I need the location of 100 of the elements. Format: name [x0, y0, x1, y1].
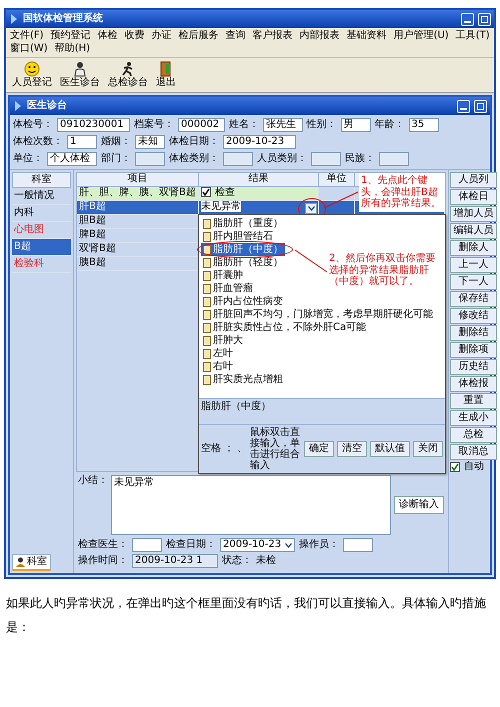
side-button[interactable]: 下一人 — [450, 274, 497, 290]
side-button[interactable]: 删除结 — [450, 325, 497, 341]
text-field[interactable]: 000002 — [178, 118, 225, 132]
text-field[interactable] — [343, 538, 374, 552]
dialog-button[interactable]: 关闭 — [413, 441, 443, 457]
field-label: 体检类别： — [169, 153, 219, 165]
menu-item[interactable]: 预约登记 — [50, 30, 91, 42]
list-item[interactable]: 右叶 — [201, 360, 235, 373]
menu-item[interactable]: 基础资料 — [346, 30, 387, 42]
text-field[interactable]: 个人体检 — [47, 152, 97, 166]
text-field[interactable]: 张先生 — [263, 118, 302, 132]
side-button[interactable]: 编辑人员 — [450, 223, 497, 239]
dialog-button[interactable]: 确定 — [304, 441, 334, 457]
toolbar-button[interactable]: 人员登记 — [10, 60, 54, 90]
dialog-button[interactable]: 清空 — [337, 441, 367, 457]
summary-field[interactable]: 未见异常 — [111, 475, 391, 535]
text-field[interactable]: 男 — [340, 118, 370, 132]
side-button[interactable]: 总检 — [450, 427, 497, 443]
list-item[interactable]: 肝脏回声不均匀，门脉增宽，考虑早期肝硬化可能 — [201, 308, 435, 321]
side-button[interactable]: 修改结 — [450, 308, 497, 324]
list-item[interactable]: 左叶 — [201, 347, 235, 360]
department-item[interactable]: 内科 — [12, 205, 71, 222]
side-button[interactable]: 上一人 — [450, 257, 497, 273]
minimize-button[interactable] — [461, 12, 474, 26]
side-button[interactable]: 删除人 — [450, 240, 497, 256]
minimize-button[interactable] — [457, 100, 470, 112]
menu-item[interactable]: 帮助(H) — [54, 43, 90, 55]
maximize-button[interactable] — [478, 12, 491, 26]
field-label: 年龄： — [374, 119, 404, 131]
side-button[interactable]: 增加人员 — [450, 206, 497, 222]
menu-item[interactable]: 工具(T) — [456, 30, 490, 42]
checkbox[interactable] — [201, 187, 211, 198]
symbol-key[interactable]: 、 — [237, 443, 247, 455]
caret-icon — [308, 206, 314, 211]
side-button[interactable]: 历史结 — [450, 359, 497, 375]
diagnose-button[interactable]: 诊断输入 — [394, 496, 444, 514]
text-field[interactable] — [223, 152, 253, 166]
field-label: 检查医生： — [78, 539, 128, 551]
list-item[interactable]: 肝囊肿 — [201, 269, 245, 282]
menu-item[interactable]: 用户管理(U) — [394, 30, 449, 42]
side-button[interactable]: 体检日 — [450, 189, 497, 205]
field-label: 操作员： — [299, 539, 340, 551]
text-field[interactable] — [135, 152, 165, 166]
app-icon — [9, 13, 19, 25]
list-item[interactable]: 肝脏实质性占位，不除外肝Ca可能 — [201, 321, 368, 334]
side-button[interactable]: 生成小 — [450, 410, 497, 426]
toolbar-button[interactable]: 医生诊台 — [58, 60, 102, 90]
text-field[interactable] — [311, 152, 341, 166]
side-button[interactable]: 保存结 — [450, 291, 497, 307]
list-item[interactable]: 肝肿大 — [201, 334, 245, 347]
text-field[interactable]: 0910230001 — [57, 118, 130, 132]
column-header: 结果 — [199, 173, 319, 187]
list-item[interactable]: 肝实质光点增粗 — [201, 373, 285, 386]
text-field[interactable] — [132, 538, 162, 552]
menu-item[interactable]: 查询 — [226, 30, 246, 42]
list-item[interactable]: 肝内胆管结石 — [201, 230, 275, 243]
menu-item[interactable]: 体检 — [98, 30, 118, 42]
department-label: 检验科 — [14, 258, 44, 269]
menu-item[interactable]: 内部报表 — [300, 30, 340, 42]
menu-item[interactable]: 检后服务 — [178, 30, 219, 42]
date-field[interactable]: 2009-10-23 — [220, 538, 296, 552]
toolbar-button[interactable]: 退出 — [154, 60, 178, 90]
list-item[interactable]: 脂肪肝（中度） — [201, 243, 285, 256]
list-item[interactable]: 肝血管瘤 — [201, 282, 255, 295]
symbol-key[interactable]: 空格 — [201, 443, 221, 455]
dropdown-button[interactable] — [305, 203, 317, 214]
checkbox[interactable] — [450, 462, 460, 472]
side-button[interactable]: 取消总 — [450, 444, 497, 460]
field-label: 体检日期： — [169, 136, 219, 148]
list-item[interactable]: 脂肪肝（重度） — [201, 217, 285, 230]
department-item[interactable]: B超 — [12, 239, 71, 256]
field-label: 小结： — [78, 475, 108, 487]
table-cell: 未见异常 — [201, 201, 241, 212]
text-area[interactable]: 脂肪肝（中度） — [199, 399, 445, 425]
text-field[interactable]: 未知 — [135, 135, 165, 149]
side-button[interactable]: 体检报 — [450, 376, 497, 392]
dialog-button[interactable]: 默认值 — [370, 441, 410, 457]
department-tab[interactable]: 科室 — [12, 554, 51, 571]
leader-line — [323, 191, 359, 209]
list-item[interactable]: 肝内占位性病变 — [201, 295, 285, 308]
menu-item[interactable]: 文件(F) — [10, 30, 44, 42]
side-button[interactable]: 重置 — [450, 393, 497, 409]
toolbar-button[interactable]: 总检诊台 — [106, 60, 150, 90]
checkbox-label: 检查 — [215, 187, 235, 198]
menu-item[interactable]: 办证 — [152, 30, 172, 42]
text-field[interactable]: 2009-10-23 — [223, 135, 296, 149]
text-field[interactable] — [379, 152, 409, 166]
text-field[interactable]: 2009-10-23 1 — [132, 554, 218, 568]
hint-text: 鼠标双击直接输入，单击进行组合输入 — [250, 427, 301, 471]
department-item[interactable]: 一般情况 — [12, 188, 71, 205]
side-button[interactable]: 删除项 — [450, 342, 497, 358]
side-button[interactable]: 人员列 — [450, 172, 497, 188]
text-field[interactable]: 1 — [67, 135, 97, 149]
menu-item[interactable]: 窗口(W) — [10, 43, 48, 55]
person-icon — [16, 557, 25, 567]
menu-item[interactable]: 收费 — [124, 30, 145, 42]
symbol-key[interactable]: ； — [224, 443, 234, 455]
maximize-button[interactable] — [474, 100, 487, 112]
text-field[interactable]: 35 — [408, 118, 438, 132]
menu-item[interactable]: 客户报表 — [252, 30, 293, 42]
